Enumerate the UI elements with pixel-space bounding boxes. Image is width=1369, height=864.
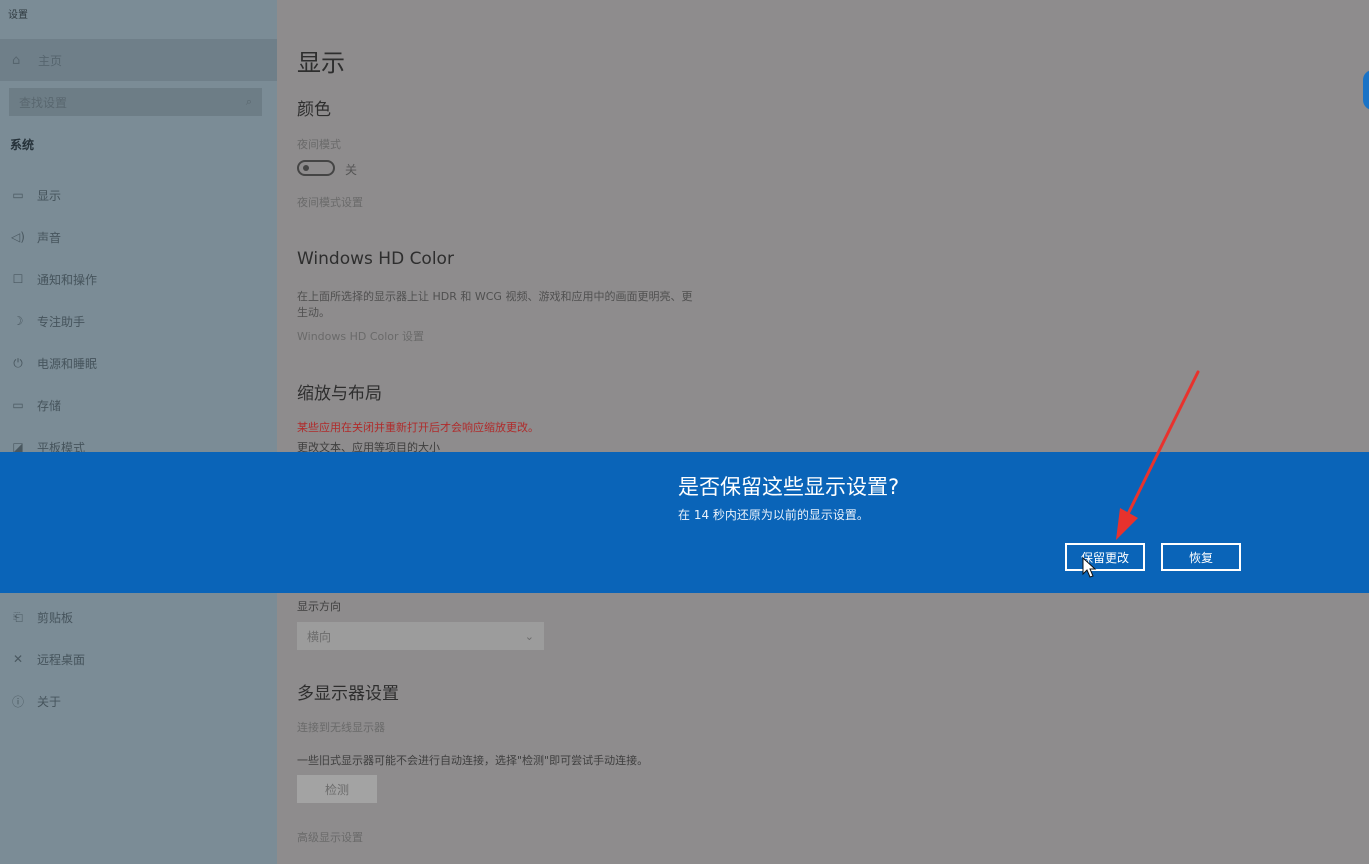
keep-changes-button[interactable]: 保留更改 xyxy=(1065,543,1145,571)
search-icon: ⌕ xyxy=(245,95,252,108)
scale-warning: 某些应用在关闭并重新打开后才会响应缩放更改。 xyxy=(297,421,539,434)
edge-badge xyxy=(1363,70,1369,110)
mouse-cursor-icon xyxy=(1082,557,1097,578)
power-icon: ⏻ xyxy=(13,355,23,370)
advanced-display-link[interactable]: 高级显示设置 xyxy=(297,829,363,845)
night-light-state: 关 xyxy=(345,163,358,177)
sidebar-item-focus-assist[interactable]: ☽ 专注助手 xyxy=(0,306,277,336)
sidebar-item-label: 通知和操作 xyxy=(37,272,98,287)
dialog-subtitle: 在 14 秒内还原为以前的显示设置。 xyxy=(678,508,869,522)
sidebar-item-storage[interactable]: ▭ 存储 xyxy=(0,390,277,420)
hdr-heading: Windows HD Color xyxy=(297,249,454,269)
orientation-value: 横向 xyxy=(307,629,332,644)
info-icon: ⓘ xyxy=(11,694,24,709)
monitor-icon: ▭ xyxy=(12,188,24,202)
sidebar-item-label: 声音 xyxy=(37,230,62,245)
wireless-display-link[interactable]: 连接到无线显示器 xyxy=(297,719,385,735)
night-light-label: 夜间模式 xyxy=(297,138,341,151)
sidebar-item-label: 远程桌面 xyxy=(37,652,86,667)
detect-button[interactable]: 检测 xyxy=(297,775,377,803)
sidebar-item-remote-desktop[interactable]: ✕ 远程桌面 xyxy=(0,644,277,674)
annotation-arrow xyxy=(1116,370,1200,540)
toggle-knob xyxy=(303,165,309,171)
multi-display-heading: 多显示器设置 xyxy=(297,684,399,704)
remote-desktop-icon: ✕ xyxy=(12,652,24,666)
sidebar-item-sound[interactable]: ◁) 声音 xyxy=(0,222,277,252)
dialog-title: 是否保留这些显示设置? xyxy=(678,475,900,499)
moon-icon: ☽ xyxy=(12,314,24,328)
orientation-label: 显示方向 xyxy=(297,600,341,613)
chevron-down-icon: ⌄ xyxy=(524,629,534,643)
sidebar-item-label: 电源和睡眠 xyxy=(37,356,98,371)
home-icon: ⌂ xyxy=(12,52,21,68)
sidebar-item-label: 关于 xyxy=(37,694,62,709)
sidebar-item-label: 存储 xyxy=(37,398,62,413)
sidebar-item-about[interactable]: ⓘ 关于 xyxy=(0,686,277,716)
storage-icon: ▭ xyxy=(12,398,24,412)
sidebar-item-notifications[interactable]: ☐ 通知和操作 xyxy=(0,264,277,294)
search-placeholder: 查找设置 xyxy=(19,95,68,110)
clipboard-icon: ⎗ xyxy=(13,609,23,624)
multi-display-description: 一些旧式显示器可能不会进行自动连接，选择"检测"即可尝试手动连接。 xyxy=(297,754,649,767)
sidebar-item-label: 显示 xyxy=(37,188,62,203)
sidebar-home[interactable]: ⌂ 主页 xyxy=(0,39,277,81)
page-title: 显示 xyxy=(297,49,345,77)
window-title: 设置 xyxy=(8,10,28,21)
sidebar-item-clipboard[interactable]: ⎗ 剪贴板 xyxy=(0,602,277,632)
hdr-description: 在上面所选择的显示器上让 HDR 和 WCG 视频、游戏和应用中的画面更明亮、更… xyxy=(297,290,693,319)
sidebar-item-display[interactable]: ▭ 显示 xyxy=(0,180,277,210)
sidebar-home-label: 主页 xyxy=(38,53,63,68)
search-input[interactable]: 查找设置 ⌕ xyxy=(9,88,262,116)
sidebar-item-label: 剪贴板 xyxy=(37,610,74,625)
revert-button[interactable]: 恢复 xyxy=(1161,543,1241,571)
orientation-dropdown[interactable]: 横向 ⌄ xyxy=(297,622,544,650)
sidebar-item-label: 专注助手 xyxy=(37,314,86,329)
sidebar-item-power[interactable]: ⏻ 电源和睡眠 xyxy=(0,348,277,378)
color-heading: 颜色 xyxy=(297,100,331,120)
hdr-settings-link[interactable]: Windows HD Color 设置 xyxy=(297,328,424,344)
sidebar-section-label: 系统 xyxy=(10,138,35,152)
night-light-settings-link[interactable]: 夜间模式设置 xyxy=(297,194,363,210)
night-light-toggle[interactable] xyxy=(297,160,335,176)
sidebar: 设置 ⌂ 主页 查找设置 ⌕ 系统 ▭ 显示 ◁) 声音 ☐ 通知和操作 ☽ 专… xyxy=(0,0,277,864)
scale-heading: 缩放与布局 xyxy=(297,384,382,404)
speaker-icon: ◁) xyxy=(11,230,25,244)
notification-icon: ☐ xyxy=(12,272,24,286)
